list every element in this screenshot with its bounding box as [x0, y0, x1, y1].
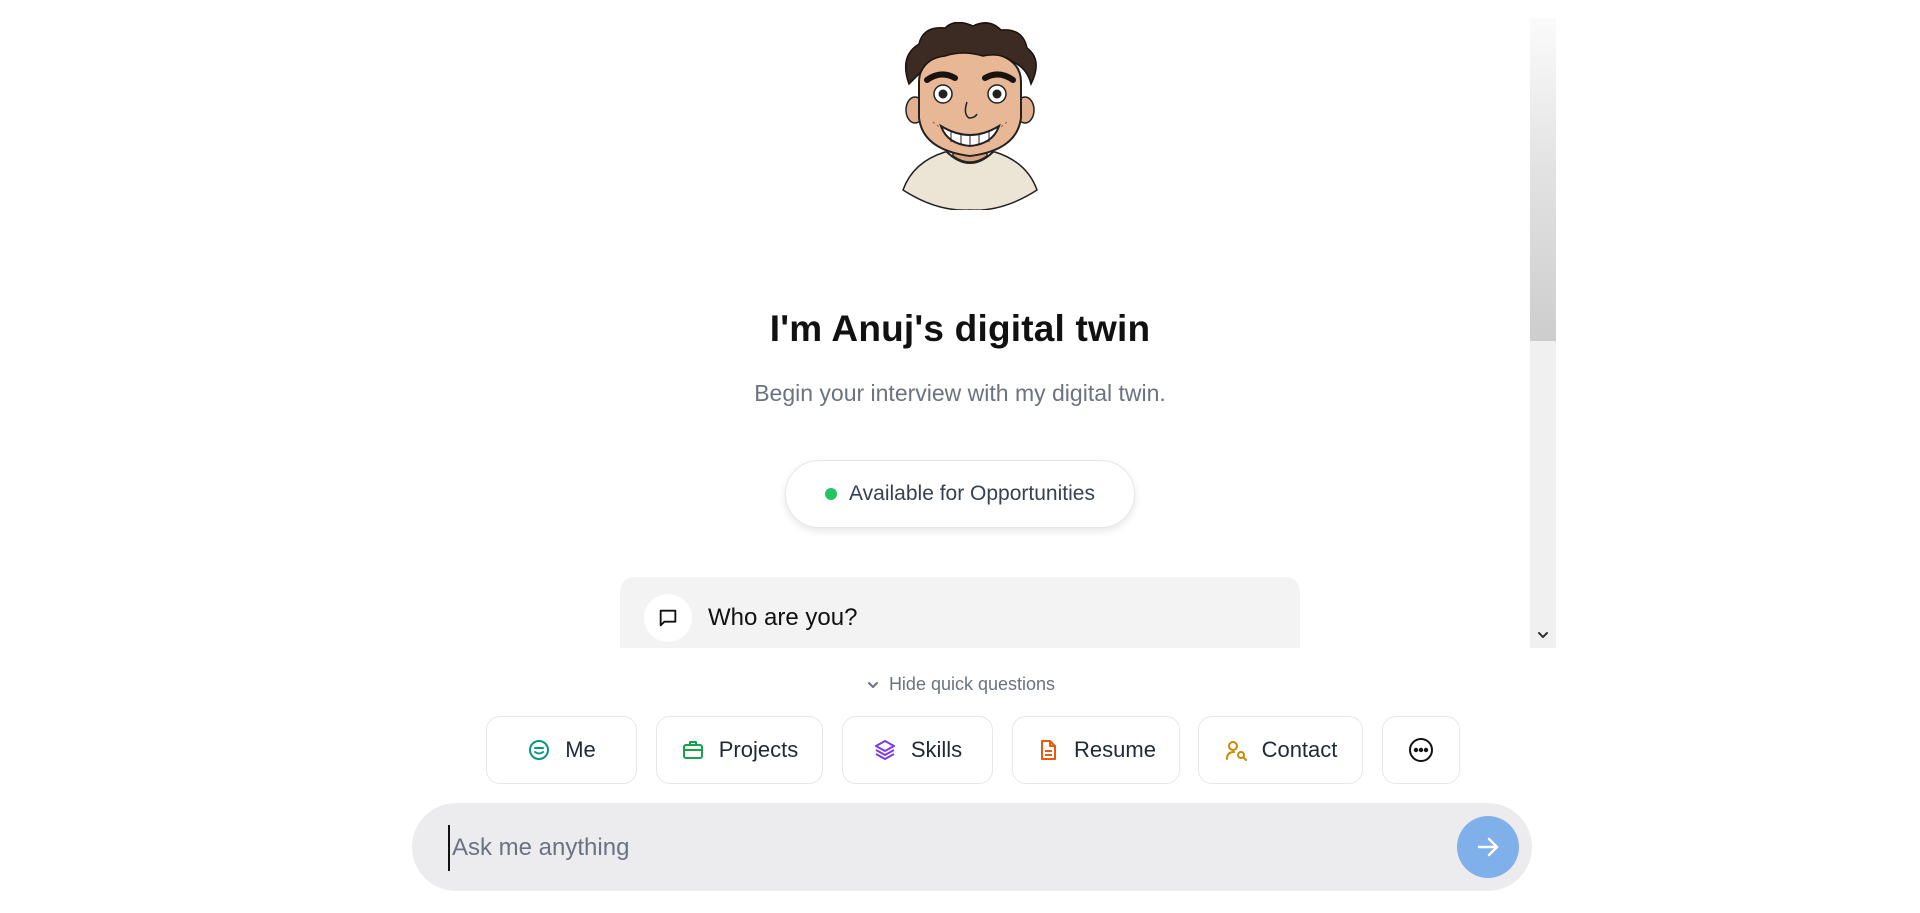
- quick-resume-label: Resume: [1074, 737, 1156, 762]
- arrow-right-icon: [1477, 837, 1499, 857]
- scrollbar[interactable]: [1530, 18, 1556, 648]
- chat-input-bar: [412, 803, 1532, 891]
- more-icon: [1409, 738, 1433, 762]
- quick-skills-button[interactable]: Skills: [842, 716, 993, 784]
- user-search-icon: [1225, 741, 1247, 761]
- quick-skills-label: Skills: [910, 737, 963, 762]
- smile-icon: [529, 740, 550, 760]
- scrollbar-thumb[interactable]: [1530, 18, 1556, 341]
- message-square-icon: [644, 593, 692, 642]
- scroll-down-arrow-icon[interactable]: [1530, 622, 1556, 648]
- send-button[interactable]: [1457, 816, 1519, 878]
- chat-input[interactable]: [448, 825, 1354, 871]
- layers-icon: [874, 740, 895, 760]
- status-badge: Available for Opportunities: [785, 460, 1135, 528]
- quick-me-button[interactable]: Me: [486, 716, 637, 784]
- page: I'm Anuj's digital twin Begin your inter…: [0, 0, 1920, 913]
- hide-quick-questions-toggle[interactable]: Hide quick questions: [0, 674, 1920, 695]
- file-text-icon: [1041, 740, 1057, 760]
- quick-questions-row: Me Projects Skills Resume Contact: [0, 716, 1920, 784]
- chevron-down-icon: [867, 681, 878, 688]
- quick-contact-button[interactable]: Contact: [1198, 716, 1363, 784]
- quick-contact-label: Contact: [1261, 737, 1338, 762]
- status-dot-icon: [825, 488, 838, 500]
- quick-resume-button[interactable]: Resume: [1012, 716, 1180, 784]
- status-label: Available for Opportunities: [849, 482, 1095, 505]
- quick-projects-button[interactable]: Projects: [656, 716, 823, 784]
- quick-question-card[interactable]: Who are you?: [620, 577, 1300, 648]
- more-button[interactable]: [1382, 716, 1460, 784]
- hide-quick-questions-label: Hide quick questions: [888, 674, 1056, 694]
- briefcase-icon: [682, 741, 703, 759]
- quick-question-text: Who are you?: [708, 603, 858, 631]
- quick-me-label: Me: [565, 737, 596, 762]
- avatar: [893, 21, 1047, 211]
- page-title: I'm Anuj's digital twin: [769, 308, 1151, 349]
- page-subtitle: Begin your interview with my digital twi…: [754, 380, 1166, 406]
- quick-projects-label: Projects: [718, 737, 799, 762]
